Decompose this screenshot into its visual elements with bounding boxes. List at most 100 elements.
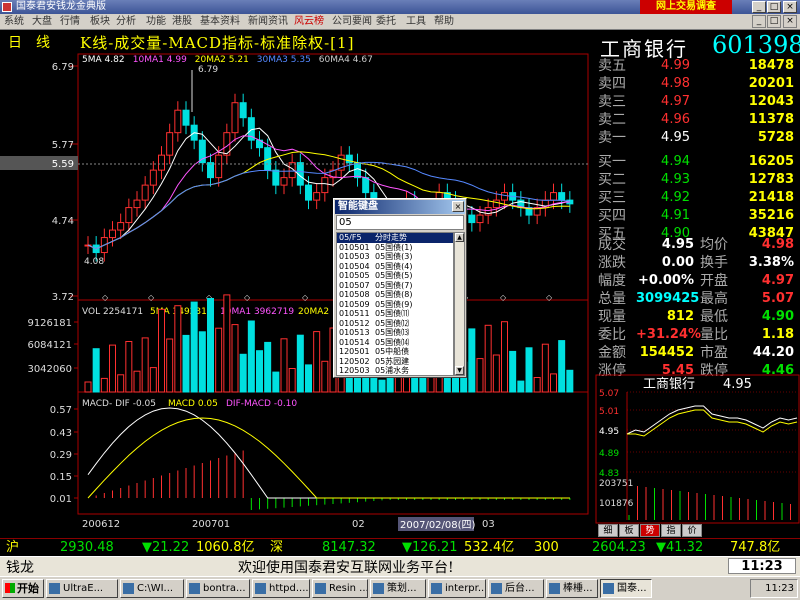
- menu-3[interactable]: 板块: [90, 15, 110, 29]
- tab-0[interactable]: 细: [598, 524, 618, 537]
- doc-close-button[interactable]: ×: [783, 15, 797, 28]
- menu-4[interactable]: 分析: [116, 15, 136, 29]
- volume-bar: [272, 371, 280, 393]
- menu-10[interactable]: 公司要闻: [332, 15, 372, 29]
- info-value: 0.00: [661, 255, 694, 270]
- volume-bar: [109, 344, 116, 393]
- buy-row[interactable]: 买三 4.92 21418: [596, 189, 800, 207]
- code-input[interactable]: [336, 215, 464, 230]
- code-list-item[interactable]: 120502 05苏园建: [337, 357, 453, 367]
- code-list[interactable]: 05/F5 分时走势 010501 05国债(1) 010503 05国债(3) 01050…: [336, 232, 454, 376]
- sell-row[interactable]: 卖五 4.99 18478: [596, 57, 800, 75]
- code-list-item[interactable]: 010511 05国债⑾: [337, 309, 453, 319]
- menu-1[interactable]: 大盘: [32, 15, 52, 29]
- taskbar-item[interactable]: UltraE...: [46, 579, 118, 598]
- code-list-item[interactable]: 120503 05浦水务: [337, 366, 453, 375]
- stock-code[interactable]: 601398: [712, 31, 800, 59]
- volume-bar: [288, 368, 296, 393]
- code-list-item[interactable]: 120501 05中船债: [337, 347, 453, 357]
- taskbar-item[interactable]: httpd....: [252, 579, 310, 598]
- doc-minimize-button[interactable]: _: [752, 15, 766, 28]
- date-tick-label: 02: [352, 519, 365, 530]
- tab-1[interactable]: 板: [619, 524, 639, 537]
- volume-bar: [174, 305, 182, 393]
- scroll-up-icon[interactable]: ▲: [455, 233, 464, 242]
- sz-label: 深: [270, 540, 284, 555]
- buy-row[interactable]: 买二 4.93 12783: [596, 171, 800, 189]
- app-icon: [603, 583, 614, 594]
- i300-value[interactable]: 2604.23: [592, 539, 646, 556]
- sell-row[interactable]: 卖三 4.97 12043: [596, 93, 800, 111]
- menu-5[interactable]: 功能: [146, 15, 166, 29]
- list-scrollbar[interactable]: ▲ ▼: [454, 232, 465, 376]
- code-list-item[interactable]: 12050405华电债: [337, 376, 453, 377]
- code-list-item[interactable]: 010512 05国债⑿: [337, 319, 453, 329]
- menu-6[interactable]: 港股: [172, 15, 192, 29]
- period-label[interactable]: 日 线: [8, 32, 50, 52]
- buy-row[interactable]: 买四 4.91 35216: [596, 207, 800, 225]
- volume-bar: [541, 343, 549, 393]
- candle-body: [215, 154, 223, 179]
- menu-2[interactable]: 行情: [60, 15, 80, 29]
- code-list-item[interactable]: 05/F5 分时走势: [337, 233, 453, 243]
- minimize-button[interactable]: _: [752, 1, 766, 13]
- menu-9[interactable]: 风云榜: [294, 15, 324, 29]
- taskbar-item[interactable]: Resin ...: [312, 579, 368, 598]
- volume-bar: [239, 353, 247, 393]
- maximize-button[interactable]: □: [767, 1, 781, 13]
- buy-row[interactable]: 买一 4.94 16205: [596, 153, 800, 171]
- code-list-item[interactable]: 010504 05国债(4): [337, 262, 453, 272]
- app-icon: [255, 583, 266, 594]
- taskbar-item[interactable]: 后台...: [488, 579, 544, 598]
- menu-0[interactable]: 系统: [4, 15, 24, 29]
- sh-value[interactable]: 2930.48: [60, 539, 114, 556]
- tab-2[interactable]: 势: [640, 524, 660, 537]
- tab-3[interactable]: 指: [661, 524, 681, 537]
- code-list-item[interactable]: 010509 05国债(9): [337, 300, 453, 310]
- code-list-item[interactable]: 010505 05国债(5): [337, 271, 453, 281]
- order-volume: 20201: [748, 76, 794, 91]
- sell-row[interactable]: 卖一 4.95 5728: [596, 129, 800, 147]
- news-ticker[interactable]: 欢迎使用国泰君安互联网业务平台!: [238, 557, 454, 577]
- start-button[interactable]: 开始: [2, 579, 44, 598]
- sz-value[interactable]: 8147.32: [322, 539, 376, 556]
- info-label: 成交: [598, 237, 626, 253]
- info-label: 幅度: [598, 273, 626, 289]
- menu-7[interactable]: 基本资料: [200, 15, 240, 29]
- scroll-down-icon[interactable]: ▼: [455, 366, 464, 375]
- sell-row[interactable]: 卖二 4.96 11378: [596, 111, 800, 129]
- taskbar-item[interactable]: 策划...: [370, 579, 426, 598]
- ad-banner[interactable]: 网上交易调查: [640, 0, 732, 14]
- sell-row[interactable]: 卖四 4.98 20201: [596, 75, 800, 93]
- menu-11[interactable]: 委托: [376, 15, 396, 29]
- doc-restore-button[interactable]: □: [767, 15, 781, 28]
- dialog-close-button[interactable]: ×: [452, 201, 464, 212]
- menu-8[interactable]: 新闻资讯: [248, 15, 288, 29]
- taskbar-item[interactable]: 棒棰...: [546, 579, 598, 598]
- vol-ma-legend: 20MA2: [298, 307, 329, 317]
- code-list-item[interactable]: 010503 05国债(3): [337, 252, 453, 262]
- taskbar-item[interactable]: bontra...: [186, 579, 250, 598]
- taskbar-item[interactable]: C:\WI...: [120, 579, 184, 598]
- tab-4[interactable]: 价: [682, 524, 702, 537]
- volume-bar: [468, 328, 476, 393]
- close-button[interactable]: ×: [783, 1, 797, 13]
- code-list-item[interactable]: 010513 05国债⒀: [337, 328, 453, 338]
- order-label: 卖三: [598, 94, 626, 110]
- order-price: 4.93: [661, 172, 690, 187]
- status-clock: 11:23: [728, 558, 796, 574]
- volume-bar: [231, 324, 239, 393]
- menu-13[interactable]: 帮助: [434, 15, 454, 29]
- date-tick-label: 200612: [82, 519, 120, 530]
- taskbar-item[interactable]: 国泰...: [600, 579, 652, 598]
- code-list-item[interactable]: 010507 05国债(7): [337, 281, 453, 291]
- taskbar-label: 策划...: [387, 583, 417, 594]
- taskbar-item[interactable]: interpr...: [428, 579, 486, 598]
- code-list-item[interactable]: 010514 05国债⒁: [337, 338, 453, 348]
- code-list-item[interactable]: 010508 05国债(8): [337, 290, 453, 300]
- code-list-item[interactable]: 010501 05国债(1): [337, 243, 453, 253]
- kline-chart[interactable]: 6.795.775.594.743.725.595MA 4.8210MA1 4.…: [0, 52, 595, 538]
- volume-bar: [215, 327, 223, 393]
- intraday-mini-chart[interactable]: 工商银行 4.95 5.07 5.01 4.95 4.89 4.83203751 101876: [595, 374, 800, 524]
- menu-12[interactable]: 工具: [406, 15, 426, 29]
